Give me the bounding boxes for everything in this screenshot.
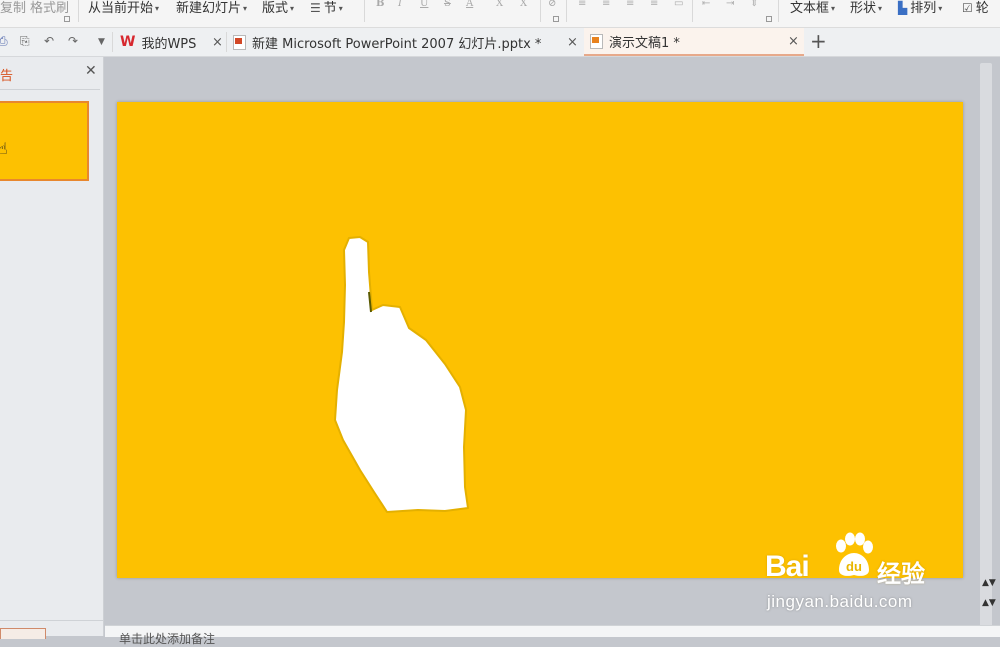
dialog-launcher-icon[interactable] [766,16,772,22]
scrollbar-thumb[interactable] [980,63,992,629]
layout-button[interactable]: 版式 ▾ [262,0,294,16]
divider [0,620,103,621]
strikethrough-button[interactable]: S [444,0,451,9]
pptx-file-icon [233,34,246,50]
increase-indent-icon[interactable]: ⇥ [726,0,734,9]
dialog-launcher-icon[interactable] [553,16,559,22]
italic-button[interactable]: I [398,0,402,9]
print-icon[interactable]: ⎙ [0,34,8,49]
new-tab-icon[interactable]: + [810,29,827,53]
hand-thumbnail-icon: ☝ [0,139,8,158]
align-right-icon[interactable]: ≡ [626,0,634,9]
scroll-down-icon[interactable]: ▲▼ [982,598,996,608]
panel-tab-button[interactable] [0,628,46,639]
panel-title: 告 [0,69,14,84]
print-preview-icon[interactable]: ⎘ [20,34,30,49]
tab-pptx-file[interactable]: 新建 Microsoft PowerPoint 2007 幻灯片.pptx * … [233,28,583,56]
separator [778,0,779,22]
tab-label: 演示文稿1 * [609,35,680,51]
justify-icon[interactable]: ≡ [650,0,658,9]
presentation-file-icon [590,33,603,49]
wps-logo-icon: W [120,34,136,50]
new-slide-button[interactable]: 新建幻灯片 ▾ [176,0,247,16]
section-icon: ☰ [310,1,321,15]
watermark-brand: Bai [765,550,810,583]
baidu-paw-icon: du [836,532,873,576]
ribbon-toolbar: 复制 格式刷 从当前开始 ▾ 新建幻灯片 ▾ 版式 ▾ ☰ 节 ▾ B I U S A X… [0,0,1000,28]
align-center-icon[interactable]: ≡ [602,0,610,9]
customize-toolbar-icon[interactable]: ▼ [98,37,105,47]
bold-button[interactable]: B [376,0,384,9]
vertical-scrollbar[interactable]: ▲▼ ▲▼ [975,57,1000,629]
document-tab-bar: ⎙ ⎘ ↶ ↷ ▼ W 我的WPS × 新建 Microsoft PowerPo… [0,28,1000,57]
slide-canvas[interactable] [117,102,963,578]
separator [692,0,693,22]
play-from-current-button[interactable]: 从当前开始 ▾ [88,0,159,16]
shape-button[interactable]: 形状 ▾ [850,0,882,16]
separator [226,32,227,52]
slide-thumbnail-1[interactable]: ☝ [0,101,89,181]
copy-button[interactable]: 复制 [0,0,26,16]
notes-placeholder: 单击此处添加备注 [119,632,216,646]
separator [540,0,541,22]
pointing-hand-icon[interactable] [117,102,963,578]
close-tab-icon[interactable]: × [788,34,799,49]
separator [566,0,567,22]
clear-format-icon[interactable]: ⊘ [548,0,556,9]
decrease-indent-icon[interactable]: ⇤ [702,0,710,9]
dialog-launcher-icon[interactable] [64,16,70,22]
underline-button[interactable]: U [420,0,428,9]
tab-presentation1[interactable]: 演示文稿1 * × [584,28,804,56]
notes-pane[interactable]: 单击此处添加备注 [105,625,1000,646]
watermark-url: jingyan.baidu.com [767,592,913,611]
tab-label: 我的WPS [141,36,197,52]
baidu-jingyan-watermark: Bai du 经验 jingyan.baidu.com [765,532,945,622]
textbox-button[interactable]: 文本框 ▾ [790,0,835,16]
align-left-icon[interactable]: ≡ [578,0,586,9]
font-color-button[interactable]: A [466,0,473,9]
outline-button[interactable]: ☑ 轮 [962,0,989,16]
section-button[interactable]: ☰ 节 ▾ [310,0,343,16]
redo-icon[interactable]: ↷ [68,34,78,48]
tab-my-wps[interactable]: W 我的WPS × [120,28,226,56]
close-panel-icon[interactable]: ✕ [85,63,97,79]
tab-label: 新建 Microsoft PowerPoint 2007 幻灯片.pptx * [252,36,542,52]
format-painter-button[interactable]: 格式刷 [30,0,69,16]
outline-icon: ☑ [962,1,973,15]
close-tab-icon[interactable]: × [567,35,578,50]
arrange-icon: ▙ [898,1,908,15]
watermark-jingyan: 经验 [877,560,925,588]
scroll-up-icon[interactable]: ▲▼ [982,578,996,588]
close-tab-icon[interactable]: × [212,35,223,50]
svg-text:du: du [846,559,862,574]
undo-icon[interactable]: ↶ [44,34,54,48]
arrange-button[interactable]: ▙ 排列 ▾ [898,0,942,16]
superscript-button[interactable]: X [496,0,503,9]
subscript-button[interactable]: X [520,0,527,9]
distribute-icon[interactable]: ▭ [674,0,683,9]
separator [112,32,113,52]
line-spacing-icon[interactable]: ⇕ [750,0,758,9]
separator [78,0,79,22]
separator [364,0,365,22]
divider [0,89,100,90]
slide-thumbnail-panel: 告 ✕ ☝ [0,57,104,639]
